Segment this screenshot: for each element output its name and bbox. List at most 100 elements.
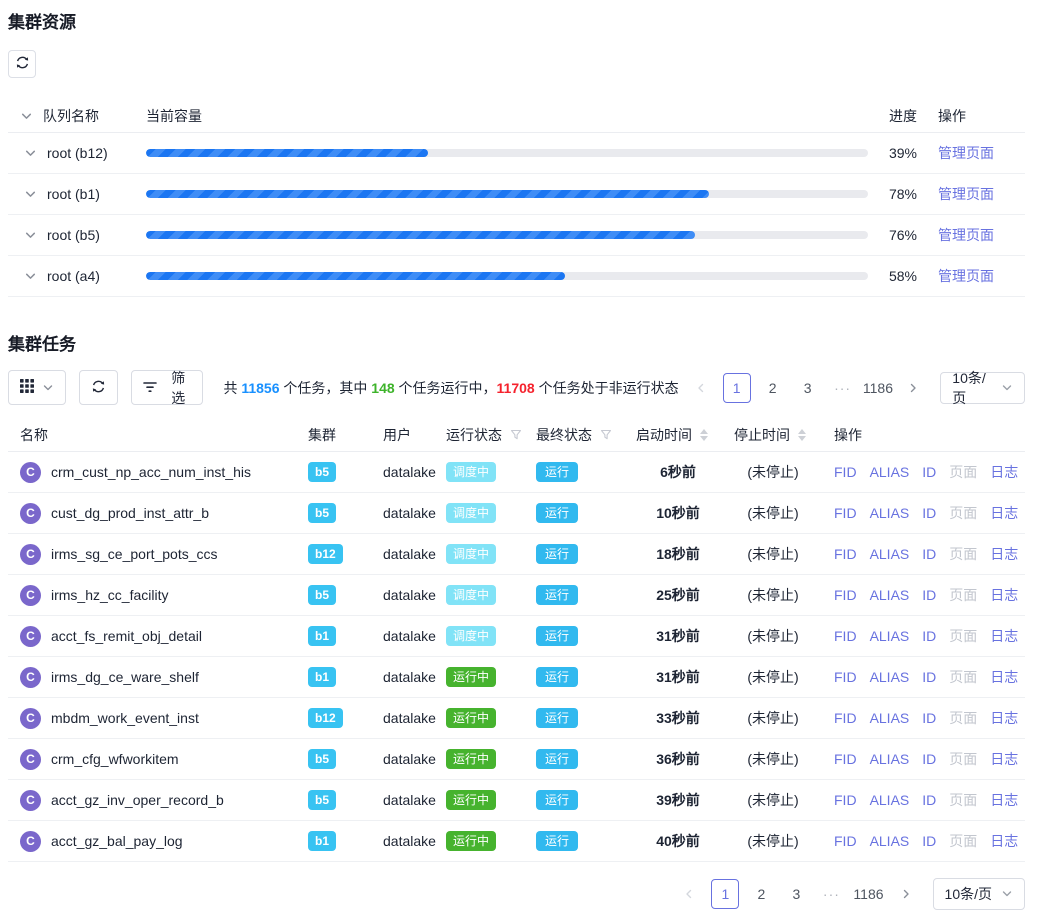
op-log-link[interactable]: 日志: [990, 462, 1018, 482]
op-id-link[interactable]: ID: [922, 546, 936, 562]
queue-row: root (b1) 78% 管理页面: [8, 174, 1025, 215]
op-alias-link[interactable]: ALIAS: [870, 505, 910, 521]
op-alias-link[interactable]: ALIAS: [870, 587, 910, 603]
task-avatar: C: [20, 544, 41, 565]
next-page-button[interactable]: [900, 373, 926, 403]
start-time-sort-icon[interactable]: [700, 429, 708, 441]
queue-expand-chevron-icon[interactable]: [24, 188, 37, 201]
page-ellipsis[interactable]: ···: [830, 373, 856, 403]
op-alias-link[interactable]: ALIAS: [870, 833, 910, 849]
page-button-3[interactable]: 3: [795, 373, 821, 403]
pagination: 123 ··· 1186 10条/页: [667, 878, 1025, 910]
op-log-link[interactable]: 日志: [990, 749, 1018, 769]
queue-name: root (a4): [47, 268, 100, 284]
page-button-2[interactable]: 2: [748, 879, 774, 909]
op-alias-link[interactable]: ALIAS: [870, 546, 910, 562]
op-alias-link[interactable]: ALIAS: [870, 628, 910, 644]
op-id-link[interactable]: ID: [922, 505, 936, 521]
cluster-badge: b12: [308, 708, 343, 728]
op-log-link[interactable]: 日志: [990, 708, 1018, 728]
page-ellipsis[interactable]: ···: [818, 879, 844, 909]
op-fid-link[interactable]: FID: [834, 628, 857, 644]
progress-bar: [146, 272, 868, 280]
tasks-refresh-button[interactable]: [79, 370, 118, 405]
op-alias-link[interactable]: ALIAS: [870, 464, 910, 480]
op-log-link[interactable]: 日志: [990, 626, 1018, 646]
resources-table: 队列名称 当前容量 进度 操作 root (b12) 39% 管理页面 root…: [8, 100, 1025, 297]
prev-page-button[interactable]: [676, 879, 702, 909]
prev-page-button[interactable]: [688, 373, 714, 403]
run-status-filter-icon[interactable]: [510, 429, 522, 441]
page-button-1186[interactable]: 1186: [865, 373, 892, 403]
op-page-link: 页面: [949, 626, 977, 646]
queue-row: root (b5) 76% 管理页面: [8, 215, 1025, 256]
start-time: 25秒前: [636, 585, 734, 605]
op-id-link[interactable]: ID: [922, 833, 936, 849]
op-log-link[interactable]: 日志: [990, 503, 1018, 523]
op-fid-link[interactable]: FID: [834, 587, 857, 603]
queue-expand-chevron-icon[interactable]: [24, 270, 37, 283]
final-status-badge: 运行: [536, 790, 578, 810]
user-header: 用户: [383, 425, 446, 445]
op-id-link[interactable]: ID: [922, 792, 936, 808]
op-log-link[interactable]: 日志: [990, 544, 1018, 564]
op-log-link[interactable]: 日志: [990, 790, 1018, 810]
task-user: datalake: [383, 669, 446, 685]
task-avatar: C: [20, 462, 41, 483]
stop-time-sort-icon[interactable]: [798, 429, 806, 441]
op-alias-link[interactable]: ALIAS: [870, 792, 910, 808]
op-fid-link[interactable]: FID: [834, 751, 857, 767]
next-page-button[interactable]: [893, 879, 919, 909]
collapse-all-chevron-icon[interactable]: [20, 110, 33, 123]
manage-page-link[interactable]: 管理页面: [938, 145, 994, 161]
task-user: datalake: [383, 751, 446, 767]
op-id-link[interactable]: ID: [922, 628, 936, 644]
op-id-link[interactable]: ID: [922, 710, 936, 726]
op-fid-link[interactable]: FID: [834, 669, 857, 685]
op-alias-link[interactable]: ALIAS: [870, 669, 910, 685]
op-page-link: 页面: [949, 544, 977, 564]
page-button-3[interactable]: 3: [783, 879, 809, 909]
page-button-1[interactable]: 1: [723, 373, 751, 403]
op-id-link[interactable]: ID: [922, 751, 936, 767]
run-status-badge: 调度中: [446, 462, 496, 482]
run-status-badge: 运行中: [446, 749, 496, 769]
manage-page-link[interactable]: 管理页面: [938, 268, 994, 284]
page-button-2[interactable]: 2: [760, 373, 786, 403]
task-avatar: C: [20, 585, 41, 606]
manage-page-link[interactable]: 管理页面: [938, 186, 994, 202]
page-button-1186[interactable]: 1186: [853, 879, 883, 909]
op-alias-link[interactable]: ALIAS: [870, 751, 910, 767]
queue-expand-chevron-icon[interactable]: [24, 147, 37, 160]
op-fid-link[interactable]: FID: [834, 710, 857, 726]
non-running-tasks-count: 11708: [497, 380, 535, 396]
filter-button[interactable]: 筛选: [131, 370, 203, 405]
run-status-badge: 运行中: [446, 831, 496, 851]
queue-expand-chevron-icon[interactable]: [24, 229, 37, 242]
start-time: 36秒前: [636, 749, 734, 769]
page-size-select[interactable]: 10条/页: [940, 372, 1025, 404]
op-id-link[interactable]: ID: [922, 587, 936, 603]
task-name: mbdm_work_event_inst: [51, 710, 199, 726]
final-status-filter-icon[interactable]: [600, 429, 612, 441]
resources-refresh-button[interactable]: [8, 50, 36, 78]
op-log-link[interactable]: 日志: [990, 831, 1018, 851]
op-fid-link[interactable]: FID: [834, 546, 857, 562]
task-user: datalake: [383, 587, 446, 603]
page-button-1[interactable]: 1: [711, 879, 739, 909]
op-fid-link[interactable]: FID: [834, 464, 857, 480]
manage-page-link[interactable]: 管理页面: [938, 227, 994, 243]
op-fid-link[interactable]: FID: [834, 792, 857, 808]
op-id-link[interactable]: ID: [922, 669, 936, 685]
tasks-table: 名称 集群 用户 运行状态 最终状态 启动时间 停止时间: [8, 419, 1025, 862]
page-size-select[interactable]: 10条/页: [933, 878, 1025, 910]
task-user: datalake: [383, 628, 446, 644]
op-alias-link[interactable]: ALIAS: [870, 710, 910, 726]
op-log-link[interactable]: 日志: [990, 585, 1018, 605]
op-fid-link[interactable]: FID: [834, 505, 857, 521]
op-log-link[interactable]: 日志: [990, 667, 1018, 687]
op-fid-link[interactable]: FID: [834, 833, 857, 849]
columns-dropdown-button[interactable]: [8, 370, 66, 405]
op-id-link[interactable]: ID: [922, 464, 936, 480]
run-status-badge: 运行中: [446, 708, 496, 728]
